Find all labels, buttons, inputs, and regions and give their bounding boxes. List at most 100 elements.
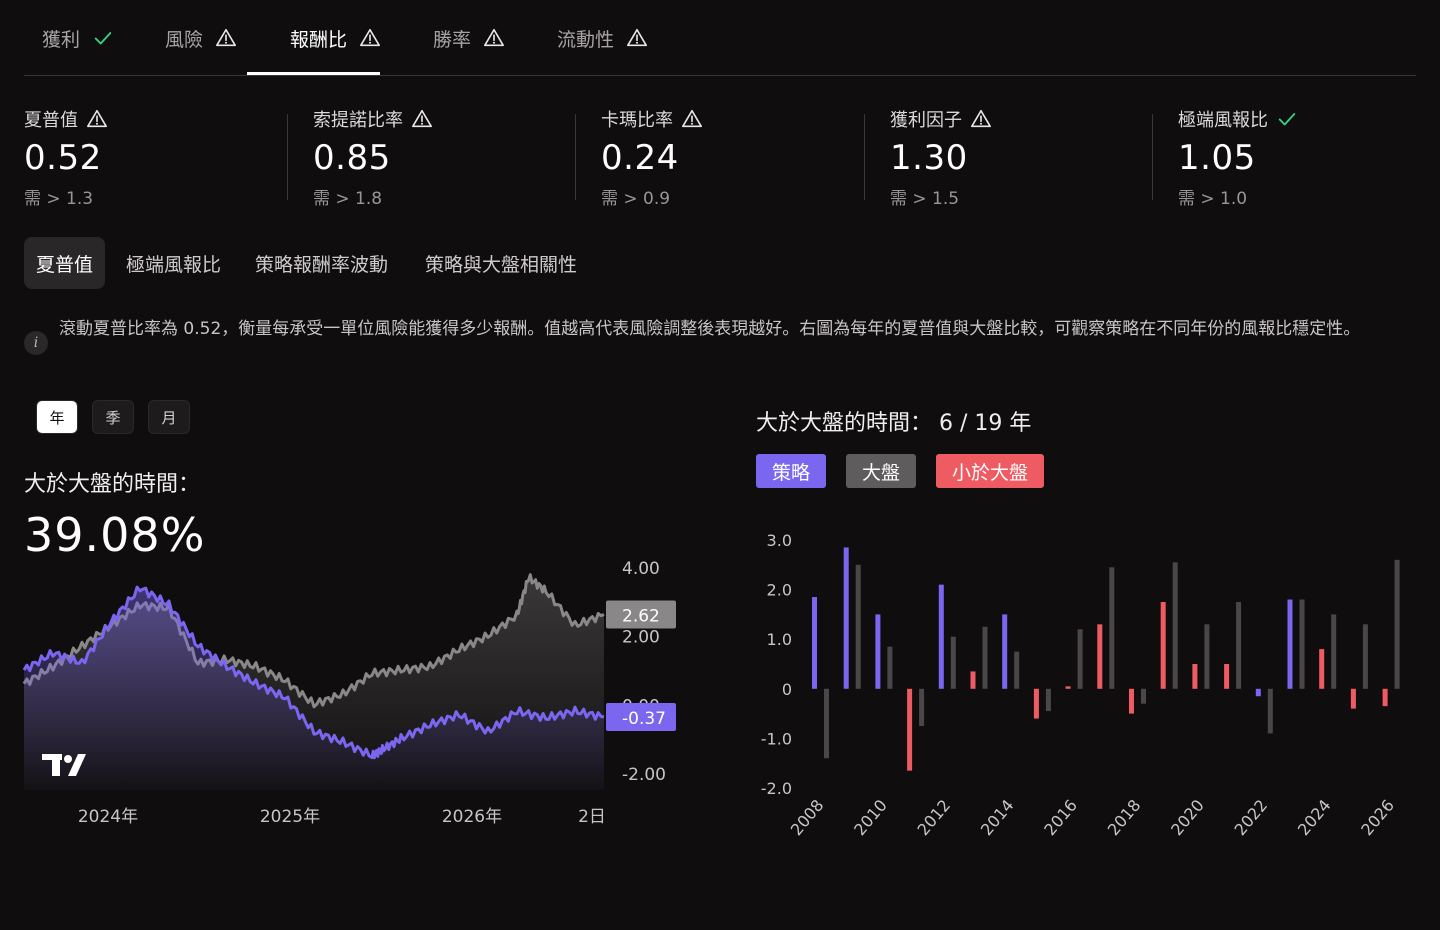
tab-2[interactable]: 報酬比 (290, 24, 381, 52)
strategy-bar-2009[interactable] (843, 547, 849, 689)
strategy-bar-2019[interactable] (1160, 602, 1166, 689)
tab-label: 獲利 (42, 28, 81, 51)
yearly-outperform-title: 大於大盤的時間： 6 / 19 年 (756, 411, 1032, 436)
market-bar-2008[interactable] (824, 688, 829, 759)
market-last-value-tag: 2.62 (622, 606, 660, 626)
metric-title-text: 獲利因子 (890, 110, 962, 131)
period-button-0[interactable]: 年 (36, 400, 78, 434)
tab-1[interactable]: 風險 (165, 24, 237, 52)
strategy-bar-2013[interactable] (970, 671, 976, 689)
market-bar-2014[interactable] (1014, 651, 1020, 689)
market-bar-2017[interactable] (1109, 567, 1115, 689)
bar-x-tick-label: 2018 (1104, 796, 1145, 839)
metric-requirement: 需 > 1.5 (890, 189, 960, 209)
bar-y-tick-label: 2.0 (767, 581, 792, 600)
metric-title: 卡瑪比率 (601, 106, 871, 132)
strategy-bar-2010[interactable] (875, 614, 881, 689)
market-bar-2009[interactable] (855, 564, 861, 689)
market-bar-2015[interactable] (1045, 688, 1051, 712)
metric-requirement: 需 > 1.3 (24, 189, 94, 209)
warning-icon (360, 28, 381, 47)
bar-y-tick-label: 0 (782, 680, 792, 699)
tab-label: 風險 (165, 28, 204, 51)
metric-value: 0.85 (313, 138, 391, 178)
market-bar-2011[interactable] (919, 688, 925, 726)
tab-3[interactable]: 勝率 (433, 24, 505, 52)
tab-label: 報酬比 (290, 28, 348, 51)
sub-tab-2[interactable]: 策略報酬率波動 (243, 237, 400, 289)
x-tick-label: 2024年 (78, 807, 138, 827)
sub-tab-0[interactable]: 夏普值 (24, 237, 106, 289)
check-icon (94, 32, 112, 45)
bar-x-tick-label: 2014 (977, 796, 1018, 839)
warning-icon (216, 28, 237, 47)
market-bar-2022[interactable] (1267, 688, 1273, 734)
y-tick-label: -2.00 (622, 765, 666, 785)
tab-label: 流動性 (557, 28, 615, 51)
bar-y-tick-label: 3.0 (767, 531, 792, 550)
market-bar-2018[interactable] (1141, 688, 1146, 704)
bar-x-tick-label: 2024 (1294, 796, 1335, 839)
x-tick-label: 2025年 (260, 807, 320, 827)
metric-divider (864, 114, 865, 200)
market-bar-2026[interactable] (1394, 559, 1400, 689)
market-bar-2016[interactable] (1077, 629, 1083, 689)
strategy-bar-2025[interactable] (1350, 688, 1356, 709)
warning-icon (412, 109, 432, 128)
strategy-bar-2008[interactable] (812, 597, 817, 689)
strategy-bar-2015[interactable] (1033, 688, 1039, 719)
strategy-bar-2023[interactable] (1287, 599, 1293, 689)
metric-title: 夏普值 (24, 106, 294, 132)
sub-tab-3[interactable]: 策略與大盤相關性 (413, 237, 589, 289)
legend-chip-2: 小於大盤 (936, 454, 1045, 488)
bar-y-tick-label: 1.0 (767, 630, 792, 649)
sub-tab-1[interactable]: 極端風報比 (114, 237, 233, 289)
strategy-bar-2022[interactable] (1255, 688, 1261, 697)
bar-y-tick-label: -1.0 (761, 729, 792, 748)
market-bar-2025[interactable] (1362, 624, 1368, 689)
info-description: 滾動夏普比率為 0.52，衡量每承受一單位風險能獲得多少報酬。值越高代表風險調整… (59, 319, 1361, 339)
strategy-bar-2024[interactable] (1319, 649, 1325, 689)
strategy-bar-2026[interactable] (1382, 688, 1388, 707)
metric-card: 索提諾比率 0.85 需 > 1.8 (313, 106, 583, 209)
market-bar-2010[interactable] (887, 646, 893, 689)
warning-icon (627, 28, 648, 47)
metric-title: 索提諾比率 (313, 106, 583, 132)
period-button-1[interactable]: 季 (92, 400, 134, 434)
strategy-bar-2011[interactable] (907, 688, 913, 771)
market-bar-2020[interactable] (1204, 624, 1210, 689)
metric-card: 極端風報比 1.05 需 > 1.0 (1178, 106, 1440, 209)
market-bar-2019[interactable] (1172, 562, 1178, 689)
market-bar-2012[interactable] (950, 636, 956, 689)
bar-x-tick-label: 2012 (913, 796, 954, 839)
yearly-sharpe-bar-chart[interactable]: 3.0 2.0 1.0 0 -1.0 -2.02008 2010 2012 2014 2016 20… (740, 520, 1430, 860)
strategy-bar-2018[interactable] (1129, 688, 1134, 714)
metric-title-text: 極端風報比 (1178, 110, 1268, 131)
bar-y-tick-label: -2.0 (761, 779, 792, 798)
strategy-bar-2014[interactable] (1002, 614, 1008, 689)
market-bar-2013[interactable] (982, 626, 988, 689)
rolling-sharpe-line-chart[interactable]: 4.002.000.00-2.002.62-0.372024年2025年2026… (0, 550, 720, 840)
warning-icon (484, 28, 505, 47)
tab-0[interactable]: 獲利 (42, 24, 114, 52)
bar-x-tick-label: 2026 (1357, 796, 1398, 839)
x-tick-label: 2日 (578, 807, 606, 827)
active-tab-underline (247, 72, 380, 75)
warning-icon (87, 109, 107, 128)
tab-4[interactable]: 流動性 (557, 24, 648, 52)
bar-x-tick-label: 2016 (1040, 796, 1081, 839)
legend-chip-0: 策略 (756, 454, 827, 488)
bar-x-tick-label: 2020 (1167, 796, 1208, 839)
metric-card: 卡瑪比率 0.24 需 > 0.9 (601, 106, 871, 209)
market-bar-2023[interactable] (1299, 599, 1305, 689)
market-bar-2024[interactable] (1331, 614, 1337, 689)
period-button-2[interactable]: 月 (148, 400, 190, 434)
strategy-bar-2016[interactable] (1065, 686, 1071, 689)
metric-title: 極端風報比 (1178, 106, 1440, 132)
strategy-bar-2012[interactable] (938, 584, 944, 689)
market-bar-2021[interactable] (1236, 602, 1242, 689)
strategy-bar-2021[interactable] (1224, 664, 1230, 689)
strategy-bar-2020[interactable] (1192, 664, 1198, 689)
strategy-bar-2017[interactable] (1097, 624, 1103, 689)
metric-value: 0.24 (601, 138, 679, 178)
